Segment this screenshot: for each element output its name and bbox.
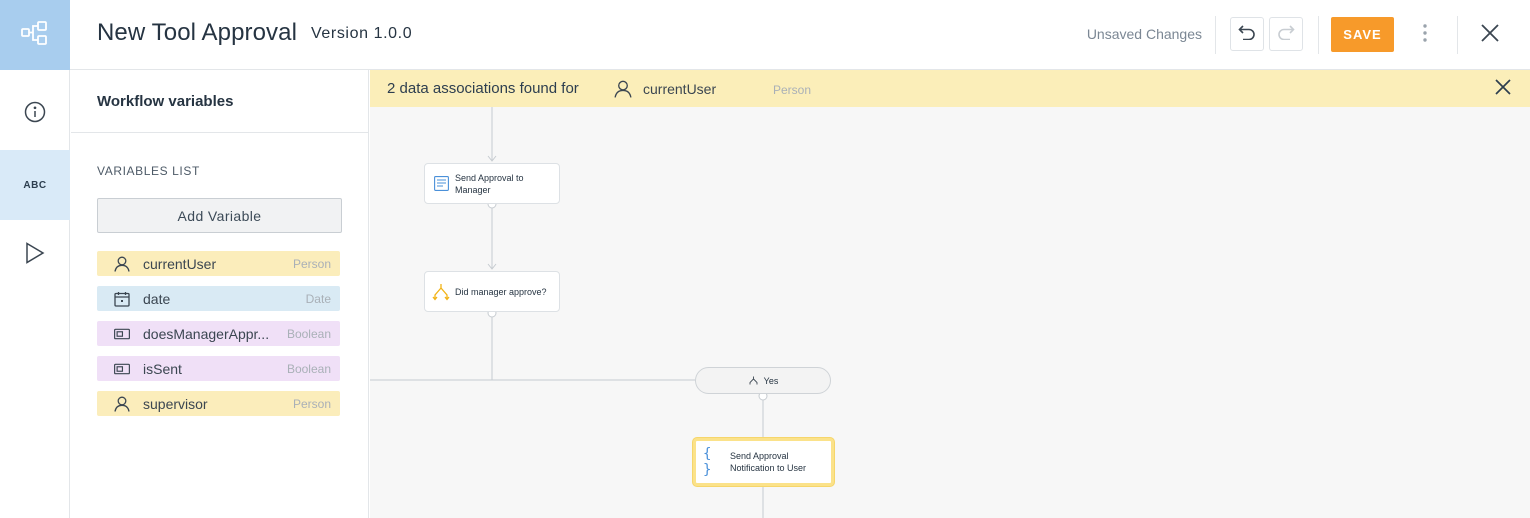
variable-name: currentUser: [143, 255, 217, 272]
script-icon: { }: [703, 446, 712, 478]
node-label: Send Approval Notification to User: [730, 451, 807, 473]
variable-name: date: [143, 290, 171, 307]
left-rail: ABC: [0, 70, 70, 518]
form-icon: [432, 175, 450, 193]
variable-row[interactable]: date Date: [97, 286, 340, 311]
header-divider: [1318, 16, 1319, 54]
boolean-icon: [114, 326, 130, 342]
version-label: Version 1.0.0: [311, 25, 413, 42]
rail-item-run[interactable]: [0, 220, 70, 290]
node-label: Did manager approve?: [455, 286, 547, 297]
branch-icon: [748, 376, 760, 386]
variable-name: doesManagerAppr...: [143, 325, 270, 342]
banner-close-button[interactable]: [1493, 78, 1513, 100]
branch-label: Yes: [763, 375, 779, 386]
kebab-menu-icon: [1423, 23, 1427, 47]
undo-button[interactable]: [1230, 17, 1264, 51]
panel-title: Workflow variables: [97, 93, 234, 110]
variables-list-label: VARIABLES LIST: [97, 164, 200, 178]
unsaved-status: Unsaved Changes: [1086, 26, 1202, 42]
variable-row[interactable]: supervisor Person: [97, 391, 340, 416]
close-icon: [1481, 23, 1499, 47]
person-icon: [114, 396, 130, 412]
variable-row[interactable]: currentUser Person: [97, 251, 340, 276]
variable-type: Person: [292, 396, 331, 411]
flow-node-selected[interactable]: { } Send Approval Notification to User: [693, 438, 834, 486]
header-divider: [1215, 16, 1216, 54]
panel-header: Workflow variables: [71, 70, 369, 133]
undo-icon: [1238, 24, 1256, 45]
associations-banner: 2 data associations found for currentUse…: [370, 70, 1530, 107]
header-divider: [1457, 16, 1458, 54]
flow-node[interactable]: Send Approval to Manager: [424, 163, 560, 204]
workflow-variables-panel: Workflow variables VARIABLES LIST Add Va…: [71, 70, 369, 518]
variables-icon: ABC: [23, 179, 47, 191]
workflow-canvas[interactable]: Send Approval to Manager Did manager app…: [370, 70, 1530, 518]
more-options-button[interactable]: [1415, 22, 1435, 48]
variable-name: isSent: [143, 360, 182, 377]
info-icon: [24, 101, 46, 128]
variable-row[interactable]: isSent Boolean: [97, 356, 340, 381]
banner-variable-type: Person: [773, 83, 812, 97]
workflow-icon: [21, 20, 49, 51]
close-icon: [1495, 78, 1511, 100]
app-header: New Tool Approval Version 1.0.0 Unsaved …: [0, 0, 1530, 70]
redo-icon: [1277, 24, 1295, 45]
boolean-icon: [114, 361, 130, 377]
variable-type: Boolean: [286, 361, 331, 376]
close-button[interactable]: [1477, 22, 1503, 48]
workflow-logo-tile[interactable]: [0, 0, 70, 70]
person-icon: [614, 80, 632, 98]
banner-text: 2 data associations found for: [387, 80, 579, 97]
banner-variable-name: currentUser: [643, 81, 717, 97]
variable-type: Boolean: [286, 326, 331, 341]
rail-item-info[interactable]: [0, 79, 70, 149]
rail-item-variables[interactable]: ABC: [0, 150, 70, 220]
calendar-icon: [114, 291, 130, 307]
variable-row[interactable]: doesManagerAppr... Boolean: [97, 321, 340, 346]
save-button[interactable]: SAVE: [1331, 17, 1394, 52]
add-variable-button[interactable]: Add Variable: [97, 198, 342, 233]
page-title: New Tool Approval: [97, 19, 298, 46]
play-icon: [25, 241, 45, 269]
node-label: Send Approval to Manager: [455, 172, 524, 195]
decision-icon: [432, 283, 450, 301]
redo-button[interactable]: [1269, 17, 1303, 51]
branch-yes[interactable]: Yes: [695, 367, 831, 394]
variable-type: Person: [292, 256, 331, 271]
flow-node[interactable]: Did manager approve?: [424, 271, 560, 312]
person-icon: [114, 256, 130, 272]
variable-name: supervisor: [143, 395, 208, 412]
variable-type: Date: [305, 291, 331, 306]
